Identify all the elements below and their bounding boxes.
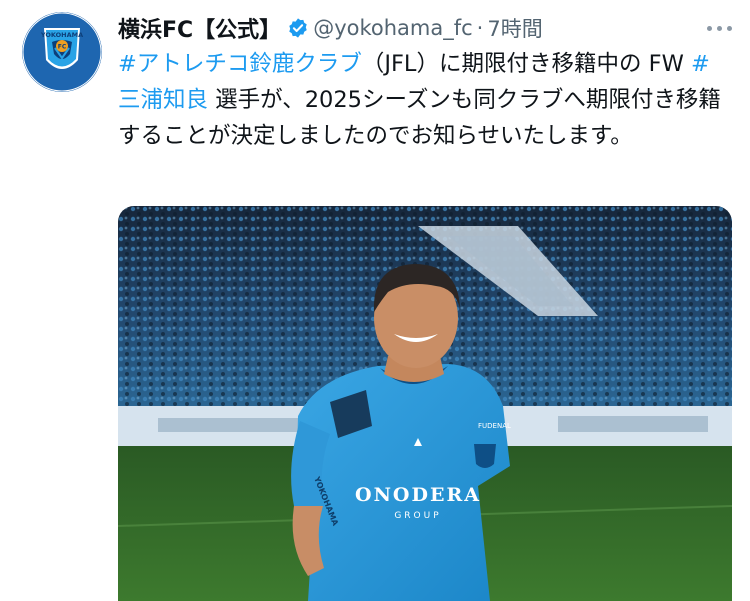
- more-options-icon[interactable]: [707, 16, 732, 40]
- tweet-text: #アトレチコ鈴鹿クラブ（JFL）に期限付き移籍中の FW #三浦知良 選手が、2…: [118, 46, 728, 154]
- user-handle[interactable]: @yokohama_fc: [313, 16, 472, 40]
- hashtag-link[interactable]: #アトレチコ鈴鹿クラブ: [118, 51, 362, 77]
- tweet-text-segment: 選手が、2025シーズンも同クラブへ期限付き移籍することが決定しましたのでお知ら…: [118, 87, 721, 149]
- tweet-text-segment: （JFL）に期限付き移籍中の FW: [361, 51, 691, 77]
- tweet-media-photo[interactable]: ONODERA GROUP YOKOHAMA FUDENAL: [118, 206, 732, 601]
- jersey-sponsor-sub-text: GROUP: [394, 511, 441, 521]
- post-timestamp[interactable]: 7時間: [487, 13, 542, 43]
- player-photo: ONODERA GROUP YOKOHAMA FUDENAL: [118, 206, 732, 601]
- tweet-header: 横浜FC【公式】 @yokohama_fc · 7時間: [118, 10, 732, 46]
- chest-patch-text: FUDENAL: [478, 422, 511, 430]
- verified-badge-icon: [289, 18, 307, 38]
- jersey-sponsor-text: ONODERA: [355, 484, 481, 506]
- avatar-logo-text: YOKOHAMA: [40, 31, 83, 39]
- separator-dot: ·: [476, 16, 484, 40]
- avatar[interactable]: YOKOHAMA FC: [22, 12, 102, 92]
- avatar-badge-text: FC: [58, 44, 67, 51]
- club-logo-icon: YOKOHAMA FC: [22, 12, 102, 92]
- display-name[interactable]: 横浜FC【公式】: [118, 12, 281, 44]
